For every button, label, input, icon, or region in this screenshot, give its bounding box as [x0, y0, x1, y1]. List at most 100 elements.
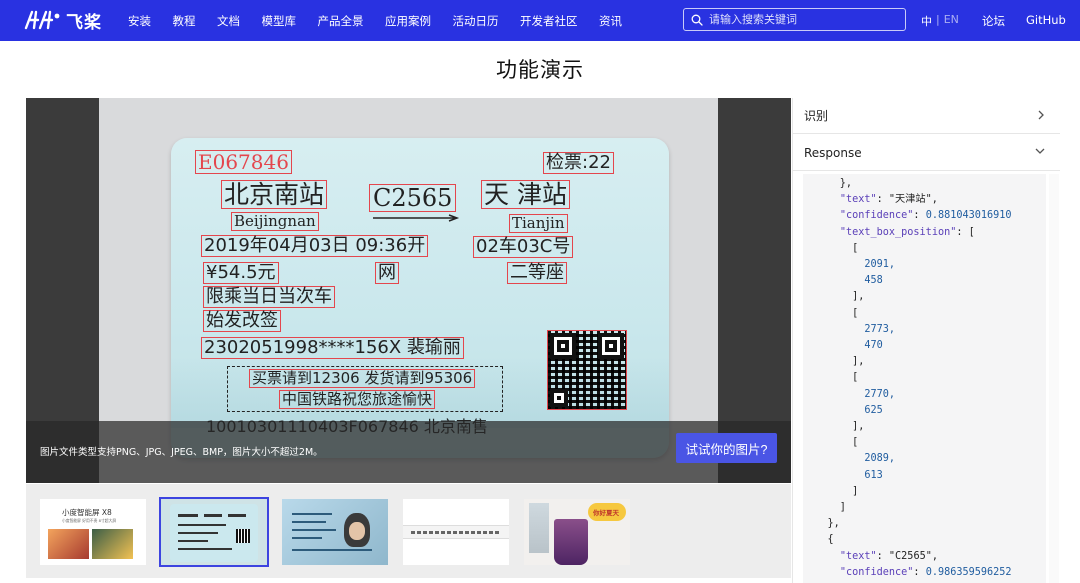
- result-panel: 识别 Response }, "text": "天津站", "confidenc…: [792, 98, 1060, 583]
- ocr-box-note2: 始发改签: [203, 310, 281, 332]
- json-number: 2089,: [803, 453, 896, 465]
- nav-item-news[interactable]: 资讯: [599, 13, 622, 29]
- direction-arrow-icon: [373, 214, 460, 222]
- json-line: ],: [803, 421, 865, 433]
- json-key: "confidence": [839, 566, 914, 578]
- mini-ticket: [170, 504, 258, 562]
- json-number: 613: [803, 469, 883, 481]
- response-label: Response: [804, 145, 862, 160]
- chevron-right-icon: [1038, 110, 1044, 120]
- json-line: ],: [803, 356, 865, 368]
- demo-image-viewer: E067846 检票:22 北京南站 C2565 天 津站 Beijingnan…: [26, 98, 791, 483]
- search-input[interactable]: [709, 13, 889, 26]
- json-line: ]: [803, 502, 846, 514]
- top-nav: 飞桨 安装 教程 文档 模型库 产品全景 应用案例 活动日历 开发者社区 资讯 …: [0, 0, 1080, 41]
- train-ticket-image: E067846 检票:22 北京南站 C2565 天 津站 Beijingnan…: [171, 138, 669, 458]
- json-number: 2773,: [803, 323, 896, 335]
- portrait-image: [344, 513, 370, 547]
- thumbnail-id-card[interactable]: [282, 499, 388, 565]
- json-line: "text": "天津站",: [839, 194, 938, 206]
- paddle-logo-icon: [24, 10, 60, 30]
- thumbnail-device-image: [48, 529, 133, 559]
- json-line: },: [803, 178, 853, 189]
- try-your-image-button[interactable]: 试试你的图片?: [676, 433, 777, 463]
- nav-item-cases[interactable]: 应用案例: [385, 13, 431, 29]
- nav-forum-link[interactable]: 论坛: [982, 13, 1005, 29]
- qr-code: [547, 330, 627, 410]
- thumbnail-summer-drink[interactable]: 你好夏天: [524, 499, 630, 565]
- json-number: 625: [803, 404, 883, 416]
- json-line: 625: [803, 403, 1046, 419]
- json-line: },: [803, 518, 840, 530]
- drink-cup-image: [554, 519, 588, 565]
- json-value: "C2565": [888, 550, 932, 562]
- lang-separator: |: [936, 13, 940, 26]
- recognize-section-header[interactable]: 识别: [793, 98, 1060, 134]
- nav-menu: 安装 教程 文档 模型库 产品全景 应用案例 活动日历 开发者社区 资讯: [128, 0, 644, 41]
- json-line: "confidence": 0.881043016910: [839, 210, 1012, 222]
- json-number: 2770,: [803, 388, 896, 400]
- demo-caption-bar: 图片文件类型支持PNG、JPG、JPEG、BMP，图片大小不超过2M。 试试你的…: [26, 421, 791, 483]
- json-scrollbar[interactable]: [1049, 174, 1059, 583]
- json-line: 458: [803, 273, 1046, 289]
- json-number: 458: [803, 275, 883, 287]
- json-line: "text": "C2565",: [839, 550, 938, 562]
- nav-item-model-zoo[interactable]: 模型库: [262, 13, 297, 29]
- ocr-box-note1: 限乘当日当次车: [203, 286, 335, 308]
- thumbnail-brand-text: 小度智能屏 X8: [62, 508, 112, 517]
- ocr-box-from: 北京南站: [221, 180, 328, 209]
- chevron-down-icon: [1035, 148, 1045, 154]
- nav-item-docs[interactable]: 文档: [217, 13, 240, 29]
- json-line: 470: [803, 338, 1046, 354]
- response-json-view[interactable]: }, "text": "天津站", "confidence": 0.881043…: [803, 174, 1046, 583]
- nav-item-tutorial[interactable]: 教程: [173, 13, 196, 29]
- json-value: 0.986359596252: [925, 566, 1012, 578]
- json-line: [: [803, 372, 859, 384]
- nav-item-community[interactable]: 开发者社区: [520, 13, 578, 29]
- ocr-box-ticket-no: E067846: [195, 150, 292, 174]
- ocr-box-channel: 网: [375, 262, 399, 284]
- nav-item-products[interactable]: 产品全景: [318, 13, 364, 29]
- lang-en[interactable]: EN: [944, 13, 959, 29]
- search-box[interactable]: [683, 8, 906, 31]
- response-section-header[interactable]: Response: [793, 135, 1060, 171]
- json-line: ]: [803, 485, 859, 497]
- json-key: "text_box_position": [839, 226, 957, 238]
- json-line: ],: [803, 291, 865, 303]
- ocr-box-seat: 02车03C号: [473, 236, 574, 258]
- sample-thumbnail-strip: 小度智能屏 X8 小度智能屏 好用不贵 8寸超大屏 你好夏天: [26, 484, 791, 578]
- nav-item-install[interactable]: 安装: [128, 13, 151, 29]
- thumbnail-text-strip[interactable]: [403, 499, 509, 565]
- json-value: "天津站": [888, 194, 932, 206]
- ocr-box-price: ¥54.5元: [203, 262, 279, 284]
- nav-github-link[interactable]: GitHub: [1026, 13, 1066, 27]
- nav-item-events[interactable]: 活动日历: [453, 13, 499, 29]
- json-line: "text_box_position": [: [839, 226, 975, 238]
- ocr-box-gate: 检票:22: [543, 152, 614, 174]
- page-title: 功能演示: [496, 58, 584, 82]
- summer-badge-text: 你好夏天: [593, 509, 619, 517]
- json-value: 0.881043016910: [925, 210, 1012, 222]
- json-line: 2091,: [803, 257, 1046, 273]
- lang-zh[interactable]: 中: [921, 13, 932, 29]
- logo-text: 飞桨: [66, 12, 102, 33]
- ocr-box-id: 2302051998****156X 裴瑜丽: [201, 337, 464, 359]
- json-key: "text": [839, 550, 877, 562]
- json-line: [: [803, 307, 859, 319]
- search-icon: [691, 14, 703, 26]
- thumbnail-brand-subtext: 小度智能屏 好用不贵 8寸超大屏: [62, 518, 117, 523]
- text-strip-image: [403, 525, 509, 539]
- file-type-hint: 图片文件类型支持PNG、JPG、JPEG、BMP，图片大小不超过2M。: [40, 447, 323, 458]
- thumbnail-smart-screen[interactable]: 小度智能屏 X8 小度智能屏 好用不贵 8寸超大屏: [40, 499, 146, 565]
- json-key: "confidence": [839, 210, 914, 222]
- ocr-box-notice1: 买票请到12306 发货请到95306: [249, 369, 476, 388]
- paddle-logo[interactable]: 飞桨: [22, 7, 102, 33]
- id-card-image: [282, 499, 388, 565]
- json-line: [: [803, 437, 859, 449]
- language-switch: 中 | EN: [921, 13, 959, 29]
- json-number: 470: [803, 340, 883, 352]
- thumbnail-train-ticket[interactable]: [159, 497, 269, 567]
- json-line: {: [803, 534, 834, 546]
- ocr-box-notice2: 中国铁路祝您旅途愉快: [279, 390, 436, 409]
- json-key: "text": [839, 194, 877, 206]
